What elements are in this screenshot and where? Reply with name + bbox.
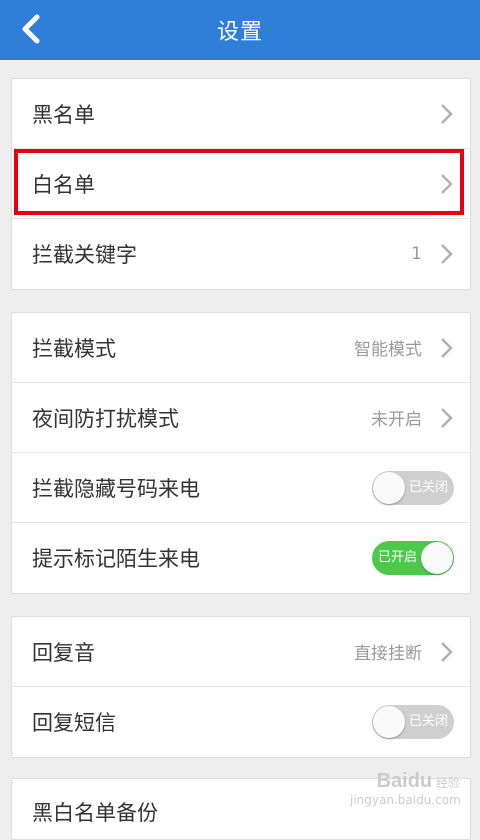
row-label: 回复短信 [32,711,116,735]
row-night-mode[interactable]: 夜间防打扰模式 未开启 [12,383,470,453]
row-value: 直接挂断 [354,644,422,664]
row-block-keywords[interactable]: 拦截关键字 1 [12,219,470,289]
watermark-brand: Baidu [376,770,433,792]
chevron-right-icon [441,173,453,194]
row-label: 黑名单 [32,102,95,127]
toggle-knob [373,471,405,504]
list-group-reply: 回复音 直接挂断 回复短信 已关闭 [11,616,471,758]
watermark-text: 经验 [435,776,460,790]
list-group-modes: 拦截模式 智能模式 夜间防打扰模式 未开启 拦截隐藏号码来电 已关闭 提示标记陌… [11,312,471,594]
row-block-mode[interactable]: 拦截模式 智能模式 [12,313,470,383]
chevron-left-icon [22,14,40,44]
row-reply-tone[interactable]: 回复音 直接挂断 [12,617,470,687]
back-button[interactable] [12,10,50,48]
title-bar: 设置 [0,0,480,60]
chevron-right-icon [441,337,453,358]
row-label: 夜间防打扰模式 [32,406,179,431]
toggle-text: 已关闭 [408,479,448,495]
toggle-knob [421,542,453,574]
hidden-numbers-toggle[interactable]: 已关闭 [372,470,454,505]
mark-strangers-toggle[interactable]: 已开启 [372,541,454,575]
row-reply-sms: 回复短信 已关闭 [12,687,470,757]
row-value: 1 [411,244,422,264]
toggle-text: 已关闭 [408,714,448,729]
row-label: 拦截隐藏号码来电 [32,476,200,501]
watermark-url: jingyan.baidu.com [350,793,461,807]
reply-sms-toggle[interactable]: 已关闭 [372,705,454,739]
toggle-text: 已开启 [378,550,418,565]
row-block-hidden-numbers: 拦截隐藏号码来电 已关闭 [12,453,470,523]
chevron-right-icon [441,641,453,662]
row-whitelist[interactable]: 白名单 [12,149,470,219]
row-label: 拦截模式 [32,336,116,361]
row-label: 黑白名单备份 [32,801,158,825]
chevron-right-icon [441,103,453,124]
row-mark-strangers: 提示标记陌生来电 已开启 [12,523,470,593]
page-title: 设置 [216,20,263,45]
row-label: 白名单 [32,172,95,197]
chevron-right-icon [441,407,453,428]
row-blacklist[interactable]: 黑名单 [12,79,470,149]
chevron-right-icon [441,244,453,264]
list-group-filters: 黑名单 白名单 拦截关键字 1 [11,78,471,290]
row-value: 智能模式 [354,340,422,360]
row-label: 提示标记陌生来电 [32,547,200,571]
row-value: 未开启 [371,410,422,430]
row-label: 拦截关键字 [32,243,137,267]
toggle-knob [373,706,405,738]
row-label: 回复音 [32,640,95,665]
watermark-logo: Baidu 经验 jingyan.baidu.com [350,770,461,808]
